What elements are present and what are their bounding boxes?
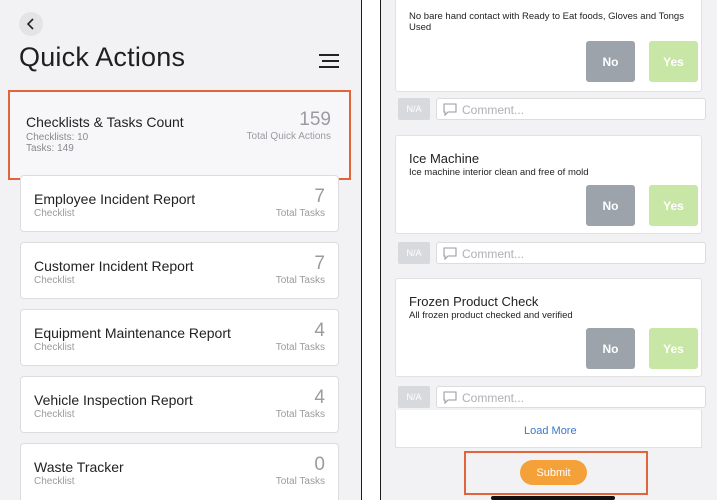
comment-icon bbox=[443, 391, 457, 404]
na-button[interactable]: N/A bbox=[398, 98, 430, 120]
home-indicator bbox=[491, 496, 615, 500]
comment-placeholder: Comment... bbox=[462, 247, 525, 261]
quick-action-item[interactable]: Waste Tracker Checklist 0 Total Tasks bbox=[20, 443, 339, 500]
no-button[interactable]: No bbox=[586, 41, 635, 82]
item-type: Checklist bbox=[34, 208, 75, 219]
comment-field[interactable]: Comment... bbox=[436, 98, 706, 120]
item-count-label: Total Tasks bbox=[275, 342, 325, 353]
item-type: Checklist bbox=[34, 342, 75, 353]
comment-field[interactable]: Comment... bbox=[436, 242, 706, 264]
summary-checklists: Checklists: 10 bbox=[26, 132, 89, 143]
summary-count-label: Total Quick Actions bbox=[246, 131, 331, 142]
comment-placeholder: Comment... bbox=[462, 391, 525, 405]
no-button[interactable]: No bbox=[586, 185, 635, 226]
back-button[interactable] bbox=[19, 12, 43, 36]
item-title: Customer Incident Report bbox=[34, 258, 194, 274]
chevron-left-icon bbox=[26, 18, 34, 30]
item-count: 7 bbox=[314, 253, 325, 274]
item-count-label: Total Tasks bbox=[275, 409, 325, 420]
comment-placeholder: Comment... bbox=[462, 103, 525, 117]
item-type: Checklist bbox=[34, 476, 75, 487]
item-type: Checklist bbox=[34, 409, 75, 420]
item-title: Waste Tracker bbox=[34, 459, 124, 475]
page-title: Quick Actions bbox=[19, 42, 186, 72]
item-count: 7 bbox=[314, 186, 325, 207]
item-count: 4 bbox=[314, 387, 325, 408]
comment-field[interactable]: Comment... bbox=[436, 386, 706, 408]
quick-action-item[interactable]: Equipment Maintenance Report Checklist 4… bbox=[20, 309, 339, 366]
item-title: Equipment Maintenance Report bbox=[34, 325, 231, 341]
na-button[interactable]: N/A bbox=[398, 386, 430, 408]
submit-button[interactable]: Submit bbox=[520, 460, 587, 485]
quick-action-item[interactable]: Customer Incident Report Checklist 7 Tot… bbox=[20, 242, 339, 299]
check-item: No bare hand contact with Ready to Eat f… bbox=[395, 0, 702, 92]
yes-button[interactable]: Yes bbox=[649, 41, 698, 82]
summary-tasks: Tasks: 149 bbox=[26, 143, 74, 154]
quick-actions-screen: Quick Actions Checklists & Tasks Count C… bbox=[0, 0, 362, 500]
check-description: All frozen product checked and verified bbox=[409, 310, 573, 321]
check-description: No bare hand contact with Ready to Eat f… bbox=[409, 11, 684, 33]
item-count: 4 bbox=[314, 320, 325, 341]
menu-icon[interactable] bbox=[319, 54, 339, 68]
yes-button[interactable]: Yes bbox=[649, 328, 698, 369]
item-title: Employee Incident Report bbox=[34, 191, 196, 207]
item-type: Checklist bbox=[34, 275, 75, 286]
item-count-label: Total Tasks bbox=[275, 208, 325, 219]
check-item: Frozen Product Check All frozen product … bbox=[395, 278, 702, 377]
summary-card: Checklists & Tasks Count Checklists: 10 … bbox=[8, 90, 351, 180]
quick-action-item[interactable]: Employee Incident Report Checklist 7 Tot… bbox=[20, 175, 339, 232]
item-title: Vehicle Inspection Report bbox=[34, 392, 193, 408]
item-count-label: Total Tasks bbox=[275, 275, 325, 286]
summary-count: 159 bbox=[299, 109, 331, 130]
quick-action-item[interactable]: Vehicle Inspection Report Checklist 4 To… bbox=[20, 376, 339, 433]
item-count: 0 bbox=[314, 454, 325, 475]
check-item: Ice Machine Ice machine interior clean a… bbox=[395, 135, 702, 234]
comment-icon bbox=[443, 247, 457, 260]
summary-title: Checklists & Tasks Count bbox=[26, 114, 184, 130]
yes-button[interactable]: Yes bbox=[649, 185, 698, 226]
na-button[interactable]: N/A bbox=[398, 242, 430, 264]
no-button[interactable]: No bbox=[586, 328, 635, 369]
check-title: Ice Machine bbox=[409, 151, 480, 166]
check-title: Frozen Product Check bbox=[409, 294, 539, 309]
check-description: Ice machine interior clean and free of m… bbox=[409, 167, 589, 178]
checklist-screen: No bare hand contact with Ready to Eat f… bbox=[380, 0, 717, 500]
item-count-label: Total Tasks bbox=[275, 476, 325, 487]
comment-icon bbox=[443, 103, 457, 116]
load-more-link[interactable]: Load More bbox=[524, 425, 577, 437]
